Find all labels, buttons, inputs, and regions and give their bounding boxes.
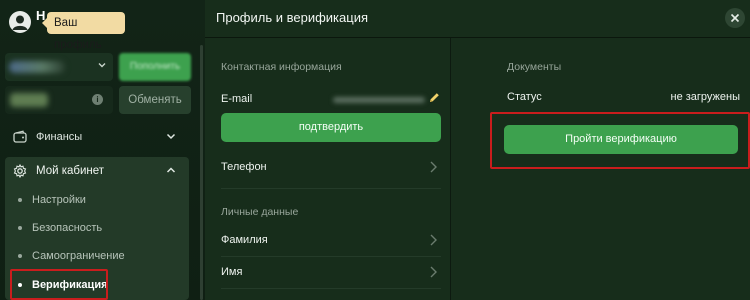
- cabinet-header[interactable]: Мой кабинет: [5, 157, 189, 185]
- name-label: Имя: [221, 266, 243, 278]
- bonus-balance: i: [5, 86, 113, 114]
- row-divider: [221, 288, 441, 289]
- sidebar-item-self-limitation[interactable]: Самоограничение: [5, 243, 189, 269]
- sidebar: Н Ваш профиль Пополнить i Обменять Финан…: [0, 0, 205, 300]
- chevron-down-icon: [166, 133, 176, 140]
- sidebar-item-finance[interactable]: Финансы: [5, 122, 192, 152]
- gear-icon: [13, 164, 27, 178]
- confirm-email-button[interactable]: подтвердить: [221, 113, 441, 142]
- sidebar-item-label: Настройки: [32, 194, 86, 206]
- contact-heading: Контактная информация: [221, 61, 342, 73]
- phone-label: Телефон: [221, 161, 267, 173]
- bullet: [18, 198, 22, 202]
- profile-tooltip: Ваш профиль: [42, 12, 125, 51]
- balance-value-blurred: [9, 61, 65, 73]
- close-icon: [730, 13, 740, 23]
- email-label: E-mail: [221, 93, 253, 105]
- profile-header: Н Ваш профиль: [0, 0, 205, 51]
- close-button[interactable]: [725, 8, 745, 28]
- documents-column: Документы Статус не загружены: [451, 38, 750, 300]
- status-label: Статус: [507, 91, 542, 103]
- cabinet-label: Мой кабинет: [36, 165, 105, 177]
- exchange-button[interactable]: Обменять: [119, 86, 191, 114]
- panel-header: Профиль и верификация: [205, 0, 750, 38]
- phone-row[interactable]: Телефон: [221, 158, 441, 178]
- profile-panel: Профиль и верификация Контактная информа…: [205, 0, 750, 300]
- sidebar-item-security[interactable]: Безопасность: [5, 215, 189, 241]
- name-row[interactable]: Имя: [221, 263, 441, 283]
- user-avatar-icon: [12, 15, 28, 30]
- documents-status-row: Статус не загружены: [507, 89, 740, 107]
- page-title: Профиль и верификация: [216, 10, 368, 25]
- bonus-value-blurred: [10, 93, 48, 107]
- avatar[interactable]: [9, 11, 31, 33]
- sidebar-item-label: Безопасность: [32, 222, 103, 234]
- info-icon[interactable]: i: [92, 94, 103, 105]
- email-row: E-mail: [221, 90, 441, 110]
- sidebar-item-finance-label: Финансы: [36, 131, 83, 143]
- bullet: [18, 254, 22, 258]
- chevron-right-icon: [430, 161, 437, 173]
- row-divider: [221, 256, 441, 257]
- chevron-right-icon: [430, 234, 437, 246]
- chevron-down-icon: [98, 63, 106, 68]
- section-divider: [221, 188, 441, 189]
- sidebar-item-settings[interactable]: Настройки: [5, 187, 189, 213]
- status-value: не загружены: [670, 91, 741, 103]
- surname-label: Фамилия: [221, 234, 268, 246]
- highlight-frame-verification: [10, 269, 108, 300]
- bullet: [18, 226, 22, 230]
- balance-select[interactable]: [5, 53, 113, 81]
- wallet-icon: [13, 130, 27, 143]
- email-value-blurred: [333, 97, 425, 103]
- documents-heading: Документы: [507, 61, 562, 73]
- deposit-button[interactable]: Пополнить: [119, 53, 191, 81]
- highlight-frame-verify-button: [490, 112, 750, 169]
- pencil-icon[interactable]: [428, 91, 441, 104]
- personal-heading: Личные данные: [221, 206, 299, 218]
- contact-column: Контактная информация E-mail подтвердить…: [205, 38, 450, 300]
- sidebar-item-label: Самоограничение: [32, 250, 125, 262]
- sidebar-scrollbar[interactable]: [200, 45, 203, 300]
- surname-row[interactable]: Фамилия: [221, 231, 441, 251]
- chevron-up-icon: [166, 167, 176, 173]
- chevron-right-icon: [430, 266, 437, 278]
